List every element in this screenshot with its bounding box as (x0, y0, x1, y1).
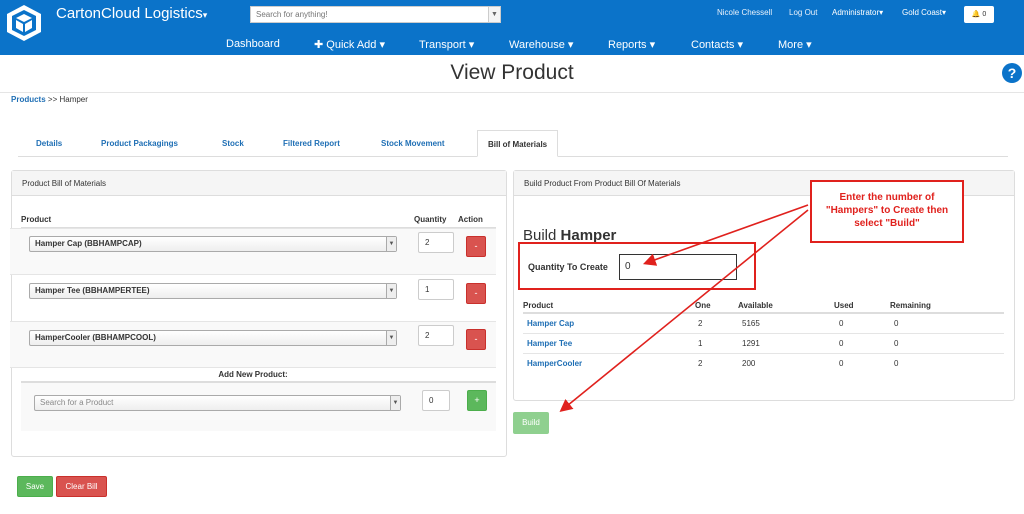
role-dropdown[interactable]: Administrator▾ (832, 8, 883, 17)
brand-name[interactable]: CartonCloud Logistics▾ (56, 5, 207, 22)
nav-more[interactable]: More ▾ (778, 38, 812, 51)
bill-col-quantity: Quantity (414, 215, 447, 224)
nav-dashboard[interactable]: Dashboard (226, 38, 280, 50)
nav-warehouse[interactable]: Warehouse ▾ (509, 38, 573, 51)
chevron-down-icon: ▼ (390, 396, 400, 410)
build-col-remaining: Remaining (890, 301, 931, 310)
bell-icon: 🔔 (971, 11, 981, 18)
build-row-one: 2 (698, 359, 703, 368)
build-header-rule (523, 312, 1004, 314)
search-input[interactable] (251, 7, 483, 22)
divider (10, 367, 496, 368)
bill-product-select[interactable]: Hamper Cap (BBHAMPCAP) ▼ (29, 236, 397, 252)
build-row-product-link[interactable]: Hamper Cap (527, 319, 574, 328)
build-row-remaining: 0 (894, 319, 899, 328)
build-row-available: 1291 (742, 339, 760, 348)
search-dropdown-icon[interactable]: ▼ (488, 7, 500, 22)
row-divider (523, 333, 1004, 334)
build-col-product: Product (523, 301, 554, 310)
build-row-used: 0 (839, 359, 844, 368)
build-row-product-link[interactable]: HamperCooler (527, 359, 582, 368)
remove-row-button[interactable]: - (466, 236, 486, 257)
build-button[interactable]: Build (513, 412, 549, 434)
tab-stock[interactable]: Stock (222, 130, 244, 157)
build-row-one: 2 (698, 319, 703, 328)
top-navbar: CartonCloud Logistics▾ ▼ Nicole Chessell… (0, 0, 1024, 55)
user-name-link[interactable]: Nicole Chessell (717, 8, 772, 17)
bill-quantity-input[interactable]: 1 (418, 279, 454, 300)
bill-quantity-input[interactable]: 2 (418, 232, 454, 253)
nav-reports[interactable]: Reports ▾ (608, 38, 655, 51)
notifications-button[interactable]: 🔔 0 (964, 6, 994, 23)
nav-quick-add[interactable]: ✚ Quick Add ▾ (314, 38, 385, 51)
bill-product-select[interactable]: Hamper Tee (BBHAMPERTEE) ▼ (29, 283, 397, 299)
chevron-down-icon: ▼ (386, 331, 396, 345)
cartoncloud-logo-icon[interactable] (4, 3, 44, 43)
chevron-down-icon: ▼ (386, 237, 396, 251)
global-search[interactable]: ▼ (250, 6, 501, 23)
bill-product-select[interactable]: HamperCooler (BBHAMPCOOL) ▼ (29, 330, 397, 346)
tab-filtered-report[interactable]: Filtered Report (283, 130, 340, 157)
build-row-available: 5165 (742, 319, 760, 328)
build-row-used: 0 (839, 339, 844, 348)
logout-link[interactable]: Log Out (789, 8, 817, 17)
help-icon[interactable]: ? (1002, 63, 1022, 83)
tab-stock-movement[interactable]: Stock Movement (381, 130, 445, 157)
nav-transport[interactable]: Transport ▾ (419, 38, 474, 51)
breadcrumb: Products >> Hamper (11, 95, 88, 104)
bill-quantity-input[interactable]: 2 (418, 325, 454, 346)
build-col-used: Used (834, 301, 854, 310)
bill-panel-heading: Product Bill of Materials (12, 171, 506, 196)
nav-contacts[interactable]: Contacts ▾ (691, 38, 743, 51)
breadcrumb-current: Hamper (59, 95, 88, 104)
breadcrumb-products-link[interactable]: Products (11, 95, 46, 104)
build-row-available: 200 (742, 359, 756, 368)
row-divider (523, 353, 1004, 354)
bill-col-action: Action (458, 215, 483, 224)
tab-bill-of-materials[interactable]: Bill of Materials (477, 130, 559, 157)
build-row-remaining: 0 (894, 359, 899, 368)
build-row-remaining: 0 (894, 339, 899, 348)
build-row-one: 1 (698, 339, 703, 348)
tab-details[interactable]: Details (36, 130, 62, 157)
clear-bill-button[interactable]: Clear Bill (56, 476, 107, 497)
location-dropdown[interactable]: Gold Coast▾ (902, 8, 946, 17)
tab-product-packagings[interactable]: Product Packagings (101, 130, 178, 157)
build-row-product-link[interactable]: Hamper Tee (527, 339, 572, 348)
remove-row-button[interactable]: - (466, 329, 486, 350)
annotation-highlight-box (518, 242, 756, 290)
product-tabs: Details Product Packagings Stock Filtere… (18, 130, 1008, 157)
add-quantity-input[interactable]: 0 (422, 390, 450, 411)
add-product-search[interactable]: Search for a Product ▼ (34, 395, 401, 411)
add-new-product-heading: Add New Product: (218, 370, 288, 379)
page-title: View Product (450, 61, 574, 84)
build-row-used: 0 (839, 319, 844, 328)
build-col-available: Available (738, 301, 773, 310)
add-product-button[interactable]: + (467, 390, 487, 411)
remove-row-button[interactable]: - (466, 283, 486, 304)
chevron-down-icon: ▼ (386, 284, 396, 298)
annotation-callout: Enter the number of "Hampers" to Create … (810, 180, 964, 243)
bill-col-product: Product (21, 215, 52, 224)
build-col-one: One (695, 301, 711, 310)
save-button[interactable]: Save (17, 476, 53, 497)
